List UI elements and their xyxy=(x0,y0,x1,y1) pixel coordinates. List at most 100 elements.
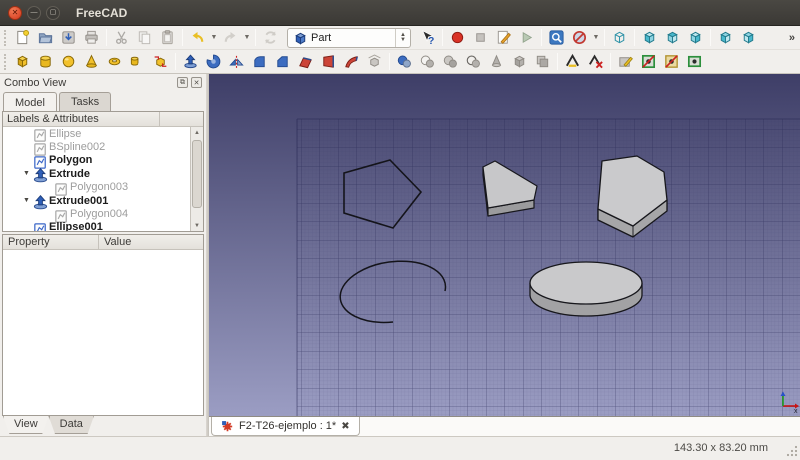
mirror-button[interactable] xyxy=(225,51,248,73)
tab-view[interactable]: View xyxy=(3,416,49,434)
cut-button[interactable] xyxy=(110,27,133,49)
box-selection-button[interactable] xyxy=(683,51,706,73)
panel-close-button[interactable]: ✕ xyxy=(191,77,202,88)
part-box-button[interactable] xyxy=(11,51,34,73)
boolean-union-button[interactable] xyxy=(393,51,416,73)
tree-item-polygon[interactable]: Polygon xyxy=(3,154,203,167)
window-close-button[interactable]: ✕ xyxy=(8,6,22,20)
toolbar-drag-handle[interactable] xyxy=(4,30,9,46)
chamfer-button[interactable] xyxy=(271,51,294,73)
shape-builder-button[interactable] xyxy=(126,51,149,73)
extrude-button[interactable] xyxy=(179,51,202,73)
whats-this-button[interactable]: ? xyxy=(416,27,439,49)
measure-clear-all-button[interactable] xyxy=(584,51,607,73)
measure-linear-button[interactable] xyxy=(561,51,584,73)
tree-item-extrude[interactable]: ▼Extrude xyxy=(3,167,203,180)
document-tab-close-icon[interactable]: ✖ xyxy=(341,421,349,432)
part-torus-button[interactable] xyxy=(103,51,126,73)
macro-stop-button[interactable] xyxy=(469,27,492,49)
part-cylinder-button[interactable] xyxy=(34,51,57,73)
toolbar-overflow-indicator[interactable]: » xyxy=(789,32,794,44)
property-editor: PropertyValue xyxy=(2,234,204,416)
revolve-icon xyxy=(205,53,222,70)
tree-item-ellipse[interactable]: Ellipse xyxy=(3,127,203,140)
measure-toggle-delta-button[interactable] xyxy=(660,51,683,73)
toolbar-drag-handle[interactable] xyxy=(4,54,9,70)
property-column-value[interactable]: Value xyxy=(99,235,131,249)
property-column-property[interactable]: Property xyxy=(3,235,99,249)
undo-button[interactable] xyxy=(186,27,209,49)
clipping-toggle-button[interactable] xyxy=(568,27,591,49)
redo-button[interactable] xyxy=(219,27,242,49)
measure-toggle-all-button[interactable] xyxy=(614,51,637,73)
tab-data[interactable]: Data xyxy=(49,416,94,434)
loft-button[interactable] xyxy=(317,51,340,73)
sweep-button[interactable] xyxy=(340,51,363,73)
save-document-button[interactable] xyxy=(57,27,80,49)
new-document-button[interactable] xyxy=(11,27,34,49)
compound-button[interactable] xyxy=(508,51,531,73)
extruded-disc-shape[interactable] xyxy=(530,262,642,316)
window-minimize-button[interactable]: — xyxy=(27,6,41,20)
paste-button[interactable] xyxy=(156,27,179,49)
copy-button[interactable] xyxy=(133,27,156,49)
copy-icon xyxy=(136,29,153,46)
open-document-button[interactable] xyxy=(34,27,57,49)
tree-item-ellipse001[interactable]: Ellipse001 xyxy=(3,221,203,232)
axonometric-view-button[interactable] xyxy=(608,27,631,49)
extrude-icon xyxy=(32,167,46,180)
document-tab[interactable]: F2-T26-ejemplo : 1* ✖ xyxy=(211,417,360,436)
3d-viewport[interactable]: x xyxy=(209,74,800,416)
cross-sections-button[interactable] xyxy=(485,51,508,73)
revolve-button[interactable] xyxy=(202,51,225,73)
right-view-button[interactable] xyxy=(684,27,707,49)
macro-record-button[interactable] xyxy=(446,27,469,49)
ruled-surface-button[interactable] xyxy=(294,51,317,73)
refresh-button[interactable] xyxy=(259,27,282,49)
rear-view-button[interactable] xyxy=(714,27,737,49)
macro-edit-button[interactable] xyxy=(492,27,515,49)
scrollbar-thumb[interactable] xyxy=(192,140,202,208)
create-primitives-button[interactable] xyxy=(149,51,172,73)
tab-model[interactable]: Model xyxy=(3,92,57,112)
fit-all-button[interactable] xyxy=(545,27,568,49)
tree-item-bspline002[interactable]: BSpline002 xyxy=(3,140,203,153)
toolbar-separator xyxy=(442,29,443,46)
undo-dropdown[interactable]: ▼ xyxy=(209,27,219,49)
expander-icon[interactable]: ▼ xyxy=(21,197,32,204)
macro-play-button[interactable] xyxy=(515,27,538,49)
part-cone-button[interactable] xyxy=(80,51,103,73)
scroll-up-icon[interactable]: ▲ xyxy=(191,127,203,138)
measure-toggle-3d-button[interactable] xyxy=(637,51,660,73)
compsolid-button[interactable] xyxy=(531,51,554,73)
window-maximize-button[interactable]: ▢ xyxy=(46,6,60,20)
workbench-spinner[interactable]: ▲▼ xyxy=(395,29,410,47)
redo-dropdown[interactable]: ▼ xyxy=(242,27,252,49)
boolean-cut-button[interactable] xyxy=(416,51,439,73)
toolbar-separator xyxy=(182,29,183,46)
front-view-button[interactable] xyxy=(638,27,661,49)
boolean-common-button[interactable] xyxy=(439,51,462,73)
expander-icon[interactable]: ▼ xyxy=(21,170,32,177)
top-view-button[interactable] xyxy=(661,27,684,49)
scroll-down-icon[interactable]: ▼ xyxy=(191,220,203,231)
tree-header[interactable]: Labels & Attributes xyxy=(3,112,203,127)
bool-cut-icon xyxy=(419,53,436,70)
model-tree: Labels & Attributes EllipseBSpline002Pol… xyxy=(2,111,204,232)
tree-item-extrude001[interactable]: ▼Extrude001 xyxy=(3,194,203,207)
toolbar-separator xyxy=(634,29,635,46)
file-toolbar: ▼ ▼ Part ▲▼ ? ▼ » xyxy=(0,26,800,50)
tab-tasks[interactable]: Tasks xyxy=(59,92,111,111)
panel-float-button[interactable]: ⧉ xyxy=(177,77,188,88)
left-view-button[interactable] xyxy=(737,27,760,49)
fillet-button[interactable] xyxy=(248,51,271,73)
view-dropdown[interactable]: ▼ xyxy=(591,27,601,49)
tree-scrollbar[interactable]: ▲ ▼ xyxy=(190,127,203,231)
resize-grip[interactable] xyxy=(786,445,798,457)
print-button[interactable] xyxy=(80,27,103,49)
offset-button[interactable] xyxy=(363,51,386,73)
p-cylinder-icon xyxy=(37,53,54,70)
workbench-selector[interactable]: Part ▲▼ xyxy=(287,28,411,48)
boolean-section-button[interactable] xyxy=(462,51,485,73)
part-sphere-button[interactable] xyxy=(57,51,80,73)
